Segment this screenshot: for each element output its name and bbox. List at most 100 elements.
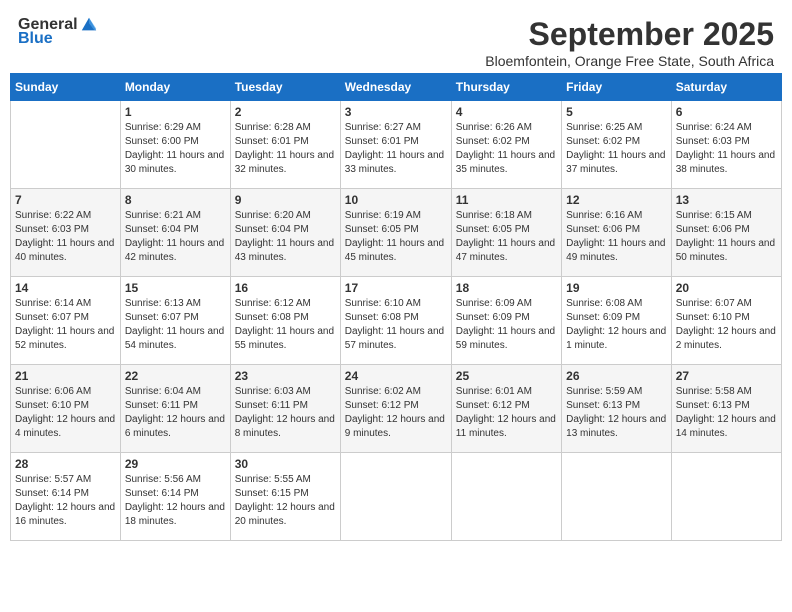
day-info: Sunrise: 5:55 AMSunset: 6:15 PMDaylight:… [235, 474, 335, 527]
day-info: Sunrise: 6:16 AMSunset: 6:06 PMDaylight:… [566, 210, 665, 263]
calendar-cell: 25Sunrise: 6:01 AMSunset: 6:12 PMDayligh… [451, 365, 561, 453]
calendar-cell: 16 Sunrise: 6:12 AMSunset: 6:08 PMDayligh… [230, 277, 340, 365]
day-info: Sunrise: 6:24 AMSunset: 6:03 PMDaylight:… [676, 122, 775, 175]
calendar-cell: 27 Sunrise: 5:58 AMSunset: 6:13 PMDayligh… [671, 365, 781, 453]
title-section: September 2025 Bloemfontein, Orange Free… [485, 16, 774, 69]
weekday-header-wednesday: Wednesday [340, 74, 451, 101]
day-info: Sunrise: 6:14 AMSunset: 6:07 PMDaylight:… [15, 298, 114, 351]
day-number: 21 [15, 369, 116, 383]
week-row-4: 21 Sunrise: 6:06 AMSunset: 6:10 PMDayligh… [11, 365, 782, 453]
day-number: 9 [235, 193, 336, 207]
calendar-cell: 20Sunrise: 6:07 AMSunset: 6:10 PMDayligh… [671, 277, 781, 365]
calendar-cell: 15 Sunrise: 6:13 AMSunset: 6:07 PMDayligh… [120, 277, 230, 365]
calendar-cell: 19 Sunrise: 6:08 AMSunset: 6:09 PMDayligh… [562, 277, 672, 365]
calendar-cell: 10 Sunrise: 6:19 AMSunset: 6:05 PMDayligh… [340, 189, 451, 277]
day-number: 16 [235, 281, 336, 295]
day-info: Sunrise: 6:26 AMSunset: 6:02 PMDaylight:… [456, 122, 555, 175]
day-info: Sunrise: 6:07 AMSunset: 6:10 PMDaylight:… [676, 298, 776, 351]
day-info: Sunrise: 6:13 AMSunset: 6:07 PMDaylight:… [125, 298, 224, 351]
day-number: 18 [456, 281, 557, 295]
week-row-5: 28 Sunrise: 5:57 AMSunset: 6:14 PMDayligh… [11, 453, 782, 541]
day-info: Sunrise: 6:27 AMSunset: 6:01 PMDaylight:… [345, 122, 444, 175]
calendar-cell: 3Sunrise: 6:27 AMSunset: 6:01 PMDaylight… [340, 101, 451, 189]
day-info: Sunrise: 6:15 AMSunset: 6:06 PMDaylight:… [676, 210, 775, 263]
day-info: Sunrise: 6:03 AMSunset: 6:11 PMDaylight:… [235, 386, 335, 439]
day-info: Sunrise: 6:21 AMSunset: 6:04 PMDaylight:… [125, 210, 224, 263]
calendar-cell: 22 Sunrise: 6:04 AMSunset: 6:11 PMDayligh… [120, 365, 230, 453]
day-number: 19 [566, 281, 667, 295]
weekday-header-saturday: Saturday [671, 74, 781, 101]
weekday-header-friday: Friday [562, 74, 672, 101]
calendar-cell: 26Sunrise: 5:59 AMSunset: 6:13 PMDayligh… [562, 365, 672, 453]
day-number: 29 [125, 457, 226, 471]
calendar-cell: 9 Sunrise: 6:20 AMSunset: 6:04 PMDaylight… [230, 189, 340, 277]
day-number: 1 [125, 105, 226, 119]
calendar-cell [562, 453, 672, 541]
calendar-cell: 18Sunrise: 6:09 AMSunset: 6:09 PMDayligh… [451, 277, 561, 365]
day-number: 15 [125, 281, 226, 295]
week-row-1: 1 Sunrise: 6:29 AMSunset: 6:00 PMDaylight… [11, 101, 782, 189]
day-info: Sunrise: 6:25 AMSunset: 6:02 PMDaylight:… [566, 122, 665, 175]
logo-icon [80, 16, 98, 34]
day-number: 23 [235, 369, 336, 383]
day-number: 4 [456, 105, 557, 119]
calendar-cell [340, 453, 451, 541]
week-row-2: 7 Sunrise: 6:22 AMSunset: 6:03 PMDaylight… [11, 189, 782, 277]
day-number: 6 [676, 105, 777, 119]
calendar-cell: 11 Sunrise: 6:18 AMSunset: 6:05 PMDayligh… [451, 189, 561, 277]
day-info: Sunrise: 6:08 AMSunset: 6:09 PMDaylight:… [566, 298, 666, 351]
calendar-cell: 5 Sunrise: 6:25 AMSunset: 6:02 PMDaylight… [562, 101, 672, 189]
day-number: 24 [345, 369, 447, 383]
day-number: 2 [235, 105, 336, 119]
header: General Blue September 2025 Bloemfontein… [10, 10, 782, 69]
calendar-cell [671, 453, 781, 541]
logo: General Blue [18, 16, 98, 48]
day-number: 8 [125, 193, 226, 207]
day-info: Sunrise: 6:20 AMSunset: 6:04 PMDaylight:… [235, 210, 334, 263]
day-number: 22 [125, 369, 226, 383]
day-info: Sunrise: 5:56 AMSunset: 6:14 PMDaylight:… [125, 474, 225, 527]
calendar-cell: 4 Sunrise: 6:26 AMSunset: 6:02 PMDaylight… [451, 101, 561, 189]
calendar-cell: 7 Sunrise: 6:22 AMSunset: 6:03 PMDaylight… [11, 189, 121, 277]
calendar-cell: 28 Sunrise: 5:57 AMSunset: 6:14 PMDayligh… [11, 453, 121, 541]
weekday-header-sunday: Sunday [11, 74, 121, 101]
day-number: 27 [676, 369, 777, 383]
day-number: 11 [456, 193, 557, 207]
day-info: Sunrise: 6:19 AMSunset: 6:05 PMDaylight:… [345, 210, 444, 263]
calendar-cell: 21 Sunrise: 6:06 AMSunset: 6:10 PMDayligh… [11, 365, 121, 453]
day-info: Sunrise: 6:29 AMSunset: 6:00 PMDaylight:… [125, 122, 224, 175]
weekday-header-row: SundayMondayTuesdayWednesdayThursdayFrid… [11, 74, 782, 101]
day-info: Sunrise: 6:28 AMSunset: 6:01 PMDaylight:… [235, 122, 334, 175]
weekday-header-thursday: Thursday [451, 74, 561, 101]
day-number: 30 [235, 457, 336, 471]
weekday-header-tuesday: Tuesday [230, 74, 340, 101]
day-info: Sunrise: 5:58 AMSunset: 6:13 PMDaylight:… [676, 386, 776, 439]
weekday-header-monday: Monday [120, 74, 230, 101]
day-info: Sunrise: 6:04 AMSunset: 6:11 PMDaylight:… [125, 386, 225, 439]
day-info: Sunrise: 6:12 AMSunset: 6:08 PMDaylight:… [235, 298, 334, 351]
calendar-table: SundayMondayTuesdayWednesdayThursdayFrid… [10, 73, 782, 541]
day-number: 13 [676, 193, 777, 207]
calendar-cell: 14 Sunrise: 6:14 AMSunset: 6:07 PMDayligh… [11, 277, 121, 365]
calendar-cell: 29 Sunrise: 5:56 AMSunset: 6:14 PMDayligh… [120, 453, 230, 541]
day-info: Sunrise: 6:06 AMSunset: 6:10 PMDaylight:… [15, 386, 115, 439]
month-title: September 2025 [485, 16, 774, 53]
calendar-cell: 8 Sunrise: 6:21 AMSunset: 6:04 PMDaylight… [120, 189, 230, 277]
day-number: 28 [15, 457, 116, 471]
day-number: 12 [566, 193, 667, 207]
day-number: 10 [345, 193, 447, 207]
day-number: 14 [15, 281, 116, 295]
day-info: Sunrise: 5:57 AMSunset: 6:14 PMDaylight:… [15, 474, 115, 527]
day-info: Sunrise: 6:18 AMSunset: 6:05 PMDaylight:… [456, 210, 555, 263]
logo-text-blue: Blue [18, 30, 53, 48]
calendar-cell: 1 Sunrise: 6:29 AMSunset: 6:00 PMDaylight… [120, 101, 230, 189]
calendar-cell: 6 Sunrise: 6:24 AMSunset: 6:03 PMDaylight… [671, 101, 781, 189]
day-number: 17 [345, 281, 447, 295]
day-number: 25 [456, 369, 557, 383]
subtitle: Bloemfontein, Orange Free State, South A… [485, 53, 774, 69]
calendar-cell [11, 101, 121, 189]
calendar-cell: 2 Sunrise: 6:28 AMSunset: 6:01 PMDaylight… [230, 101, 340, 189]
day-info: Sunrise: 6:22 AMSunset: 6:03 PMDaylight:… [15, 210, 114, 263]
day-number: 5 [566, 105, 667, 119]
day-number: 7 [15, 193, 116, 207]
